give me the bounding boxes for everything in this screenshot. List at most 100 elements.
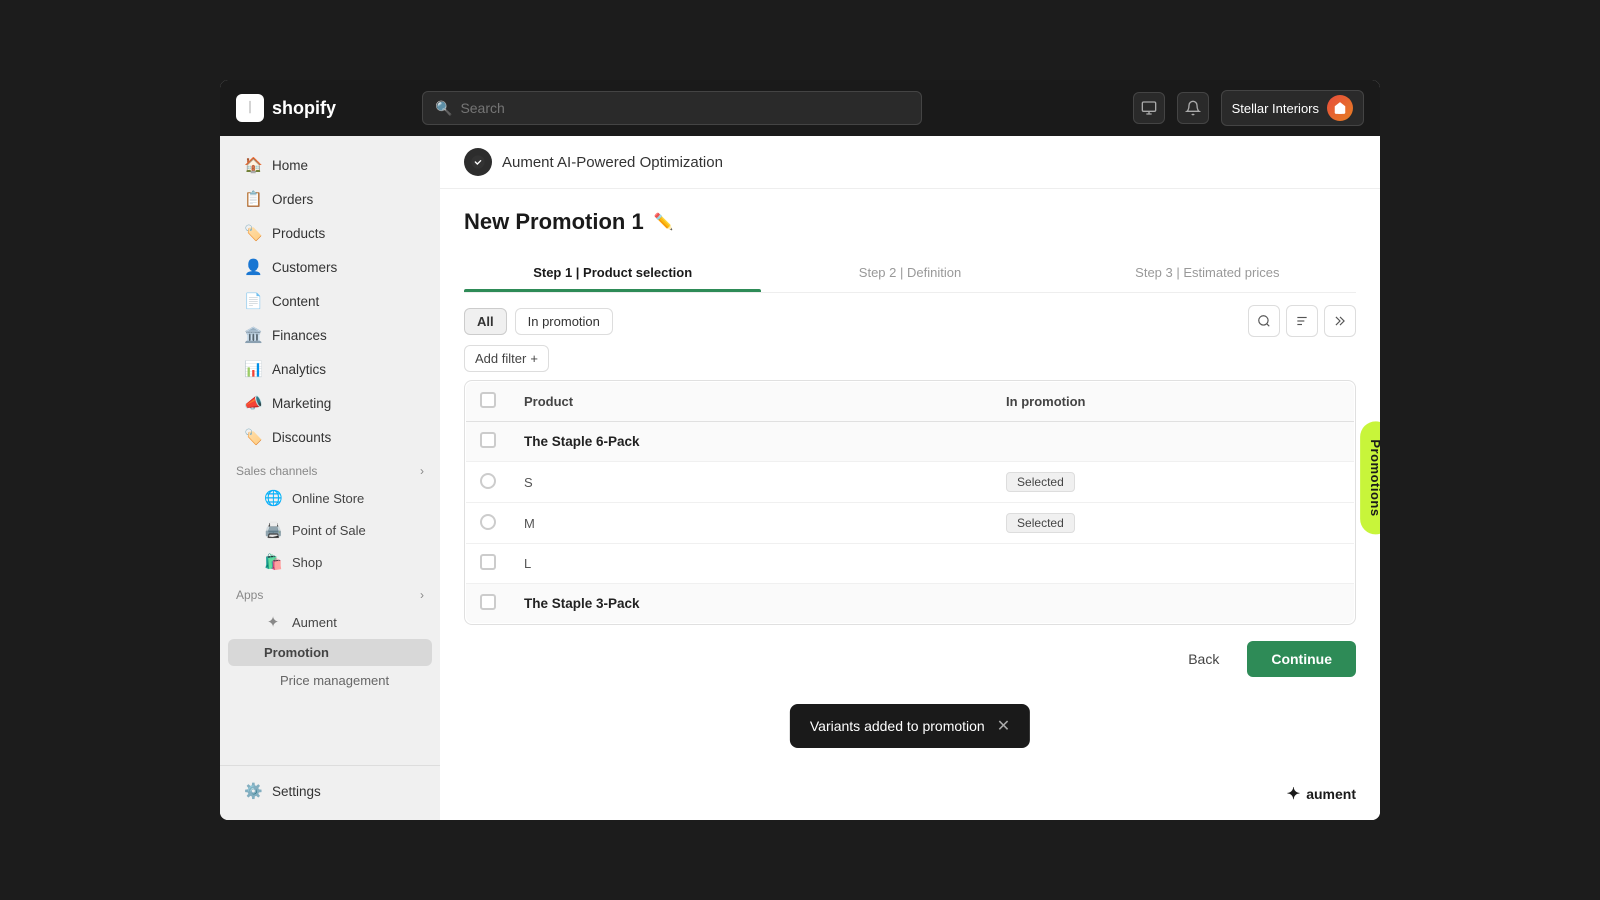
table-row: L xyxy=(466,544,1355,584)
select-all-checkbox[interactable] xyxy=(480,392,496,408)
notifications-btn[interactable] xyxy=(1177,92,1209,124)
sidebar-item-content[interactable]: 📄 Content xyxy=(228,285,432,317)
sidebar-item-online-store-label: Online Store xyxy=(292,491,364,506)
sidebar-item-customers[interactable]: 👤 Customers xyxy=(228,251,432,283)
step-2-label: Step 2 | Definition xyxy=(859,265,961,280)
sidebar-item-home[interactable]: 🏠 Home xyxy=(228,149,432,181)
col-in-promotion: In promotion xyxy=(992,382,1354,422)
sidebar-item-products[interactable]: 🏷️ Products xyxy=(228,217,432,249)
tab-in-promotion[interactable]: In promotion xyxy=(515,308,613,335)
edit-title-btn[interactable]: ✏️ xyxy=(654,212,674,232)
add-filter-plus-icon: + xyxy=(530,351,538,366)
product-2-promotion xyxy=(992,584,1354,624)
sidebar-item-online-store[interactable]: 🌐 Online Store xyxy=(228,483,432,513)
aument-brand-name: aument xyxy=(1306,786,1356,802)
sidebar-item-settings[interactable]: ⚙️ Settings xyxy=(228,775,432,807)
reorder-btn[interactable] xyxy=(1324,305,1356,337)
content-icon: 📄 xyxy=(244,292,262,310)
finances-icon: 🏛️ xyxy=(244,326,262,344)
apps-label: Apps xyxy=(236,588,263,602)
shop-icon: 🛍️ xyxy=(264,553,282,571)
sort-filter-btn[interactable] xyxy=(1286,305,1318,337)
row-checkbox-cell xyxy=(466,503,511,544)
product-table: Product In promotion The xyxy=(465,381,1355,624)
product-1-checkbox[interactable] xyxy=(480,432,496,448)
analytics-icon: 📊 xyxy=(244,360,262,378)
product-2-checkbox[interactable] xyxy=(480,594,496,610)
continue-button[interactable]: Continue xyxy=(1247,641,1356,677)
sidebar-item-pos[interactable]: 🖨️ Point of Sale xyxy=(228,515,432,545)
search-bar[interactable]: 🔍 xyxy=(422,91,922,125)
sidebar-item-orders[interactable]: 📋 Orders xyxy=(228,183,432,215)
sidebar-item-aument-label: Aument xyxy=(292,615,337,630)
pos-icon: 🖨️ xyxy=(264,521,282,539)
back-button[interactable]: Back xyxy=(1172,643,1235,675)
sidebar-item-promotion-label: Promotion xyxy=(264,645,329,660)
apps-section: Apps › xyxy=(220,578,440,606)
sales-channels-expand-icon[interactable]: › xyxy=(420,464,424,478)
aument-icon: ✦ xyxy=(264,613,282,631)
col-product: Product xyxy=(510,382,992,422)
sidebar-item-products-label: Products xyxy=(272,226,325,241)
store-icon-btn[interactable] xyxy=(1133,92,1165,124)
variant-l-checkbox[interactable] xyxy=(480,554,496,570)
filter-right xyxy=(1248,305,1356,337)
page-title: New Promotion 1 xyxy=(464,209,644,235)
sidebar-item-marketing-label: Marketing xyxy=(272,396,331,411)
settings-icon: ⚙️ xyxy=(244,782,262,800)
top-right-actions: Stellar Interiors xyxy=(1133,90,1364,126)
sales-channels-label: Sales channels xyxy=(236,464,317,478)
product-1-promotion xyxy=(992,422,1354,462)
table-row: The Staple 3-Pack xyxy=(466,584,1355,624)
sales-channels-section: Sales channels › xyxy=(220,454,440,482)
row-checkbox-cell xyxy=(466,422,511,462)
toast-close-btn[interactable]: ✕ xyxy=(997,716,1010,736)
table-row: S Selected xyxy=(466,462,1355,503)
sidebar-item-analytics[interactable]: 📊 Analytics xyxy=(228,353,432,385)
sidebar-item-discounts-label: Discounts xyxy=(272,430,331,445)
add-filter-label: Add filter xyxy=(475,351,526,366)
content-area: Aument AI-Powered Optimization New Promo… xyxy=(440,136,1380,820)
store-selector[interactable]: Stellar Interiors xyxy=(1221,90,1364,126)
search-icon: 🔍 xyxy=(435,100,452,117)
row-checkbox-cell xyxy=(466,544,511,584)
product-2-name: The Staple 3-Pack xyxy=(510,584,992,624)
sidebar-item-shop[interactable]: 🛍️ Shop xyxy=(228,547,432,577)
tab-all[interactable]: All xyxy=(464,308,507,335)
variant-l-status xyxy=(992,544,1354,584)
sidebar-item-finances-label: Finances xyxy=(272,328,327,343)
add-filter-btn[interactable]: Add filter + xyxy=(464,345,549,372)
step-3[interactable]: Step 3 | Estimated prices xyxy=(1059,255,1356,292)
sidebar-item-aument[interactable]: ✦ Aument xyxy=(228,607,432,637)
sidebar-item-finances[interactable]: 🏛️ Finances xyxy=(228,319,432,351)
promotions-side-tab[interactable]: Promotions xyxy=(1360,421,1380,534)
step-1[interactable]: Step 1 | Product selection xyxy=(464,255,761,292)
sidebar-item-settings-label: Settings xyxy=(272,784,321,799)
page-title-row: New Promotion 1 ✏️ xyxy=(464,209,1356,235)
product-table-wrapper: Product In promotion The xyxy=(464,380,1356,625)
online-store-icon: 🌐 xyxy=(264,489,282,507)
logo-area: shopify xyxy=(236,94,406,122)
sidebar-item-promotion[interactable]: Promotion xyxy=(228,639,432,666)
variant-m-status: Selected xyxy=(992,503,1354,544)
store-avatar xyxy=(1327,95,1353,121)
step-2[interactable]: Step 2 | Definition xyxy=(761,255,1058,292)
search-filter-btn[interactable] xyxy=(1248,305,1280,337)
variant-s-status: Selected xyxy=(992,462,1354,503)
sidebar-item-discounts[interactable]: 🏷️ Discounts xyxy=(228,421,432,453)
variant-m-radio[interactable] xyxy=(480,514,496,530)
apps-expand-icon[interactable]: › xyxy=(420,588,424,602)
variant-s-name: S xyxy=(510,462,992,503)
search-input[interactable] xyxy=(460,100,909,116)
table-row: The Staple 6-Pack xyxy=(466,422,1355,462)
toast-message: Variants added to promotion xyxy=(810,718,985,734)
top-bar: shopify 🔍 xyxy=(220,80,1380,136)
logo-text: shopify xyxy=(272,98,336,119)
sidebar-item-analytics-label: Analytics xyxy=(272,362,326,377)
product-1-name: The Staple 6-Pack xyxy=(510,422,992,462)
sidebar-item-marketing[interactable]: 📣 Marketing xyxy=(228,387,432,419)
variant-s-radio[interactable] xyxy=(480,473,496,489)
sidebar-item-orders-label: Orders xyxy=(272,192,313,207)
sidebar-item-pos-label: Point of Sale xyxy=(292,523,366,538)
sidebar-item-price-management[interactable]: Price management xyxy=(228,668,432,693)
